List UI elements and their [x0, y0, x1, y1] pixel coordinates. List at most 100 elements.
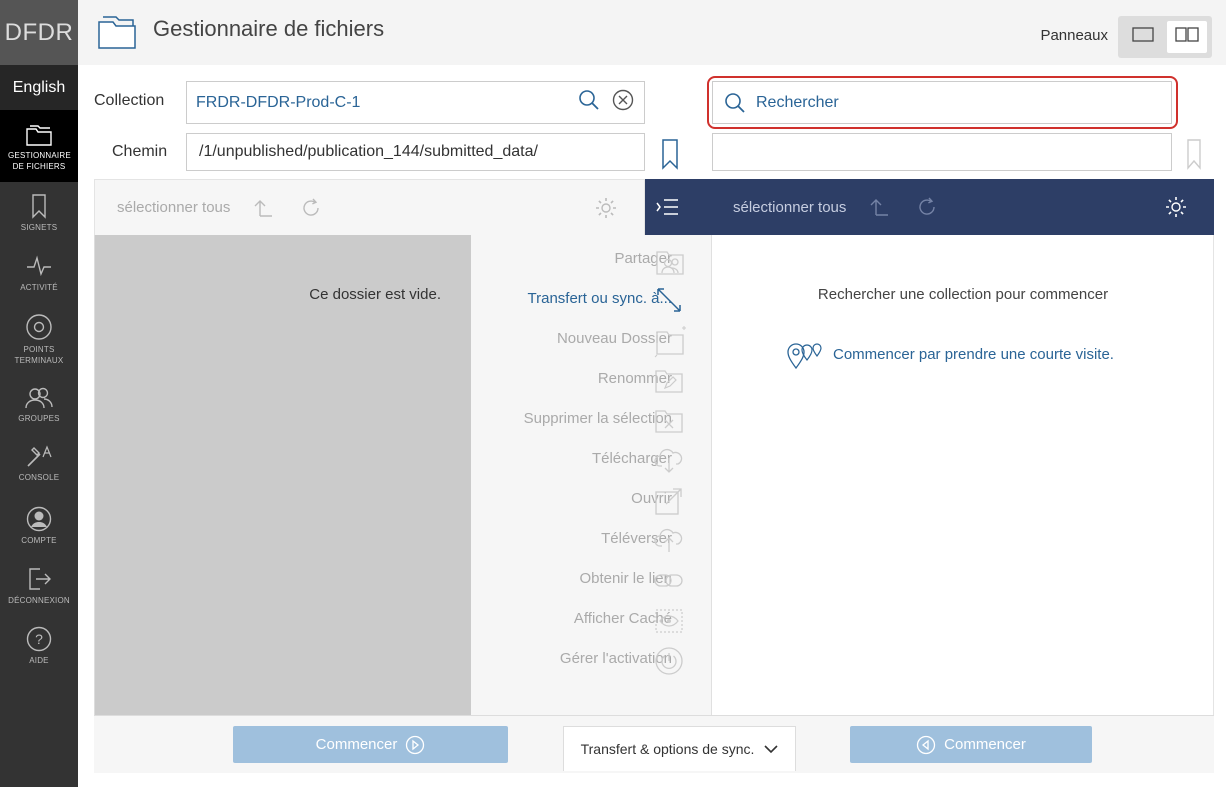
brand-logo: DFDR: [0, 0, 78, 65]
play-circle-reverse-icon: [916, 735, 936, 755]
console-icon: [25, 445, 53, 469]
sidebar-item-account[interactable]: COMPTE: [0, 506, 78, 554]
dual-panel-icon: [1175, 27, 1199, 47]
collection-value: FRDR-DFDR-Prod-C-1: [196, 93, 361, 111]
bookmark-icon[interactable]: [661, 138, 679, 175]
clear-icon[interactable]: [612, 89, 634, 116]
refresh-icon[interactable]: [916, 196, 938, 218]
gear-icon[interactable]: [594, 196, 618, 220]
search-placeholder: Rechercher: [756, 93, 839, 111]
tour-link-text: Commencer par prendre une courte visite.: [833, 345, 1114, 363]
sidebar-item-console[interactable]: CONSOLE: [0, 445, 78, 493]
refresh-icon[interactable]: [300, 197, 322, 219]
folder-icon: [25, 123, 53, 147]
search-prompt-text: Rechercher une collection pour commencer: [817, 286, 1109, 303]
left-collection-field[interactable]: FRDR-DFDR-Prod-C-1: [186, 81, 645, 124]
menu-new-folder[interactable]: Nouveau Dossier: [471, 326, 712, 368]
sidebar-item-label: COMPTE: [21, 536, 57, 545]
sidebar-item-groups[interactable]: GROUPES: [0, 386, 78, 434]
tour-link[interactable]: Commencer par prendre une courte visite.: [785, 338, 1114, 370]
sidebar-item-help[interactable]: ? AIDE: [0, 626, 78, 674]
power-icon: [654, 646, 684, 681]
transfer-arrows-icon: [654, 285, 684, 320]
menu-delete[interactable]: Supprimer la sélection: [471, 408, 712, 448]
sidebar-item-file-manager[interactable]: GESTIONNAIRE DE FICHIERS: [0, 110, 78, 182]
left-panel-toolbar: sélectionner tous: [94, 179, 645, 235]
menu-show-hidden[interactable]: Afficher Caché: [471, 608, 712, 648]
dual-panel-button[interactable]: [1167, 21, 1207, 53]
eye-icon: [654, 607, 684, 640]
menu-manage-activation[interactable]: Gérer l'activation: [471, 646, 712, 688]
left-path-field[interactable]: /1/unpublished/publication_144/submitted…: [186, 133, 645, 171]
page-header: Gestionnaire de fichiers Panneaux: [78, 0, 1226, 65]
open-external-icon: [654, 486, 684, 521]
menu-get-link[interactable]: Obtenir le lien: [471, 568, 712, 608]
start-left-label: Commencer: [315, 736, 398, 753]
file-manager-icon: [97, 12, 137, 55]
panel-layout-toggle: [1118, 16, 1212, 58]
start-transfer-right-button[interactable]: Commencer: [850, 726, 1092, 763]
collection-label: Collection: [94, 92, 165, 109]
new-folder-icon: [654, 324, 688, 363]
transfer-options-dropdown[interactable]: Transfert & options de sync.: [563, 726, 796, 771]
left-select-all[interactable]: sélectionner tous: [117, 199, 230, 216]
groups-icon: [24, 386, 54, 410]
sidebar-item-logout[interactable]: DÉCONNEXION: [0, 566, 78, 614]
right-select-all[interactable]: sélectionner tous: [733, 199, 846, 216]
delete-icon: [654, 407, 684, 440]
menu-open[interactable]: Ouvrir: [471, 488, 712, 528]
bookmark-icon: [1186, 138, 1202, 175]
collapse-menu-icon[interactable]: [656, 198, 680, 216]
sidebar-item-bookmarks[interactable]: SIGNETS: [0, 193, 78, 241]
right-path-field[interactable]: [712, 133, 1172, 171]
download-cloud-icon: [654, 446, 684, 479]
logout-icon: [26, 566, 52, 592]
activity-icon: [26, 253, 52, 279]
sidebar-item-label: CONSOLE: [18, 473, 60, 482]
endpoint-icon: [25, 313, 53, 341]
single-panel-button[interactable]: [1123, 21, 1163, 53]
play-circle-icon: [405, 735, 425, 755]
sidebar-item-label: POINTS TERMINAUX: [14, 345, 64, 365]
search-icon[interactable]: [578, 89, 600, 116]
up-folder-icon[interactable]: [252, 198, 274, 218]
share-icon: [654, 248, 686, 281]
up-folder-icon[interactable]: [868, 197, 890, 217]
sidebar-item-label: SIGNETS: [20, 223, 58, 232]
help-icon: ?: [26, 626, 52, 652]
single-panel-icon: [1132, 27, 1154, 47]
sidebar-item-endpoints[interactable]: POINTS TERMINAUX: [0, 313, 78, 371]
rename-icon: [654, 367, 684, 400]
path-label: Chemin: [112, 143, 168, 160]
upload-cloud-icon: [654, 526, 684, 559]
start-transfer-left-button[interactable]: Commencer: [233, 726, 508, 763]
sidebar-item-activity[interactable]: ACTIVITÉ: [0, 253, 78, 301]
right-collection-search[interactable]: Rechercher: [712, 81, 1172, 124]
action-menu: Partager Transfert ou sync. à... Nouveau…: [471, 235, 712, 715]
empty-folder-text: Ce dossier est vide.: [309, 286, 441, 303]
location-pins-icon: [785, 338, 825, 370]
search-icon: [724, 92, 746, 114]
menu-upload[interactable]: Téléverser: [471, 528, 712, 568]
account-icon: [26, 506, 52, 532]
right-panel-toolbar: sélectionner tous: [645, 179, 1214, 235]
left-file-list[interactable]: Ce dossier est vide.: [94, 235, 471, 715]
link-icon: [654, 571, 684, 596]
menu-item-label: Transfert ou sync. à...: [527, 290, 673, 307]
sidebar-item-label: GESTIONNAIRE DE FICHIERS: [8, 151, 71, 171]
menu-transfer[interactable]: Transfert ou sync. à...: [471, 288, 712, 328]
right-file-list: Rechercher une collection pour commencer…: [712, 235, 1214, 715]
path-value: /1/unpublished/publication_144/submitted…: [199, 143, 538, 160]
menu-share[interactable]: Partager: [471, 248, 712, 288]
svg-text:?: ?: [35, 631, 43, 647]
language-toggle[interactable]: English: [0, 65, 78, 110]
start-right-label: Commencer: [944, 736, 1026, 753]
menu-download[interactable]: Télécharger: [471, 448, 712, 488]
sidebar-item-label: ACTIVITÉ: [20, 283, 58, 292]
transfer-options-label: Transfert & options de sync.: [580, 741, 755, 757]
gear-icon[interactable]: [1164, 195, 1188, 219]
panels-label: Panneaux: [1040, 27, 1108, 44]
sidebar-item-label: AIDE: [29, 656, 49, 665]
menu-item-label: Supprimer la sélection: [523, 410, 672, 427]
menu-rename[interactable]: Renommer: [471, 368, 712, 408]
